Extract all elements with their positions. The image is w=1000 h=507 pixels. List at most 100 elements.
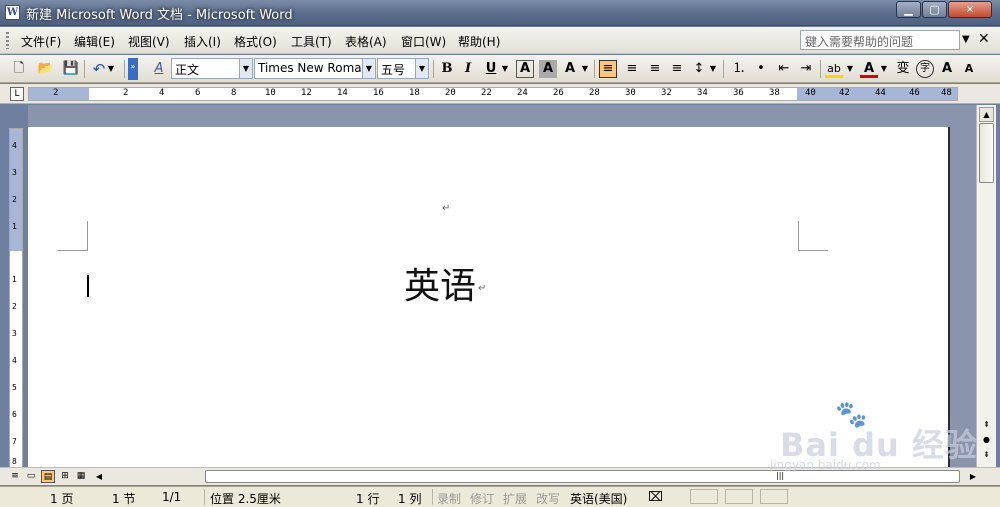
scroll-thumb[interactable] xyxy=(979,123,994,183)
ruler-number: 44 xyxy=(875,88,886,98)
status-extend[interactable]: 扩展 xyxy=(503,490,527,507)
status-track-changes[interactable]: 修订 xyxy=(470,490,494,507)
scroll-right-icon[interactable]: ▶ xyxy=(966,470,980,483)
char-shading-icon[interactable]: A xyxy=(539,60,557,78)
close-document-icon[interactable]: ✕ xyxy=(978,31,990,47)
grow-font-icon[interactable]: A xyxy=(938,60,956,78)
close-window-button[interactable]: ✕ xyxy=(948,1,992,18)
font-color-icon[interactable]: A xyxy=(860,60,878,78)
ruler-number: 40 xyxy=(805,88,816,98)
decrease-indent-icon[interactable]: ⇤ xyxy=(775,60,793,78)
chevron-down-icon[interactable]: ▼ xyxy=(239,59,252,78)
underline-dropdown-icon[interactable]: ▼ xyxy=(500,60,510,78)
ruler-number: 2 xyxy=(12,195,17,204)
web-layout-view-icon[interactable]: ▭ xyxy=(24,470,38,483)
styles-pane-icon[interactable]: A xyxy=(150,60,168,78)
new-document-icon[interactable]: 🗋 xyxy=(10,60,28,78)
bold-icon[interactable]: B xyxy=(438,60,456,78)
chevron-down-icon[interactable]: ▼ xyxy=(415,59,428,78)
style-dropdown[interactable]: 正文 ▼ xyxy=(171,58,253,79)
ruler-number: 16 xyxy=(373,88,384,98)
document-text[interactable]: 英语 xyxy=(404,257,476,309)
text-cursor xyxy=(87,275,89,297)
title-bar: W 新建 Microsoft Word 文档 - Microsoft Word … xyxy=(0,0,1000,26)
toolbar-separator xyxy=(594,60,595,78)
menu-view[interactable]: 视图(V) xyxy=(128,33,170,50)
ruler-number: 4 xyxy=(12,141,17,150)
ruler-number: 46 xyxy=(909,88,920,98)
crop-mark-top-left xyxy=(58,221,88,251)
menu-file[interactable]: 文件(F) xyxy=(21,33,61,50)
menu-format[interactable]: 格式(O) xyxy=(234,33,277,50)
menubar-grip[interactable] xyxy=(6,32,9,49)
shrink-font-icon[interactable]: A xyxy=(960,60,978,78)
char-border-icon[interactable]: A xyxy=(516,60,534,78)
toolbar-separator xyxy=(433,60,434,78)
status-record[interactable]: 录制 xyxy=(437,490,461,507)
menu-table[interactable]: 表格(A) xyxy=(345,33,387,50)
line-spacing-dropdown-icon[interactable]: ▼ xyxy=(708,60,718,78)
align-left-icon[interactable]: ≡ xyxy=(599,60,617,78)
tab-selector-icon[interactable]: L xyxy=(10,87,24,101)
enclose-characters-icon[interactable]: 字 xyxy=(916,60,934,78)
menu-window[interactable]: 窗口(W) xyxy=(401,33,446,50)
highlight-dropdown-icon[interactable]: ▼ xyxy=(845,60,855,78)
vertical-scrollbar[interactable]: ▲ ⇞ ● ⇟ xyxy=(976,105,996,467)
menu-edit[interactable]: 编辑(E) xyxy=(74,33,115,50)
open-folder-icon[interactable]: 📂 xyxy=(37,60,55,78)
line-spacing-icon[interactable]: ↕ xyxy=(690,60,708,78)
status-divider xyxy=(204,489,205,505)
save-icon[interactable]: 💾 xyxy=(62,60,80,78)
status-column: 1 列 xyxy=(398,492,422,506)
align-right-icon[interactable]: ≡ xyxy=(646,60,664,78)
ruler-number: 10 xyxy=(265,88,276,98)
toolbar-options-icon[interactable]: » xyxy=(128,58,138,80)
help-search-input[interactable]: 键入需要帮助的问题 xyxy=(800,30,960,50)
word-app-icon[interactable]: W xyxy=(5,5,20,20)
increase-indent-icon[interactable]: ⇥ xyxy=(797,60,815,78)
horizontal-ruler[interactable]: 2 2 4 6 8 10 12 14 16 18 20 22 24 26 28 … xyxy=(28,87,958,101)
style-value: 正文 xyxy=(175,63,200,77)
italic-icon[interactable]: I xyxy=(459,60,477,78)
scroll-left-icon[interactable]: ◀ xyxy=(92,470,106,483)
maximize-button[interactable]: ▢ xyxy=(922,1,947,18)
scroll-up-icon[interactable]: ▲ xyxy=(979,107,994,122)
align-center-icon[interactable]: ≡ xyxy=(623,60,641,78)
status-line: 1 行 xyxy=(356,492,380,506)
underline-icon[interactable]: U xyxy=(482,60,500,78)
text-effects-icon[interactable]: A xyxy=(561,60,579,78)
minimize-button[interactable]: ▁ xyxy=(896,1,921,18)
help-dropdown-icon[interactable]: ▼ xyxy=(962,34,970,45)
ruler-number: 2 xyxy=(12,302,17,311)
previous-page-icon[interactable]: ⇞ xyxy=(979,418,994,433)
effects-dropdown-icon[interactable]: ▼ xyxy=(580,60,590,78)
menu-help[interactable]: 帮助(H) xyxy=(458,33,500,50)
select-browse-object-icon[interactable]: ● xyxy=(979,433,994,448)
status-bar: 1 页 1 节 1/1 位置 2.5厘米 1 行 1 列 录制 修订 扩展 改写… xyxy=(0,486,1000,507)
font-value: Times New Roman xyxy=(258,61,370,75)
undo-dropdown-icon[interactable]: ▼ xyxy=(106,60,116,78)
reading-layout-view-icon[interactable]: ▦ xyxy=(74,470,88,483)
font-dropdown[interactable]: Times New Roman ▼ xyxy=(254,58,376,79)
justify-icon[interactable]: ≡ xyxy=(668,60,686,78)
baidu-watermark: 🐾 Bai du 经验 jingyan.baidu.com xyxy=(760,400,977,480)
menu-insert[interactable]: 插入(I) xyxy=(184,33,221,50)
outline-view-icon[interactable]: ⊞ xyxy=(58,470,72,483)
chevron-down-icon[interactable]: ▼ xyxy=(362,59,375,78)
highlight-icon[interactable]: ab xyxy=(825,60,843,78)
ruler-row: L 2 2 4 6 8 10 12 14 16 18 20 22 24 26 2… xyxy=(0,84,1000,104)
toolbar-separator xyxy=(84,60,85,78)
status-language[interactable]: 英语(美国) xyxy=(570,490,627,507)
bullets-icon[interactable]: • xyxy=(752,60,770,78)
status-overtype[interactable]: 改写 xyxy=(536,490,560,507)
print-layout-view-icon[interactable]: ▤ xyxy=(41,470,55,483)
next-page-icon[interactable]: ⇟ xyxy=(979,448,994,463)
vertical-ruler[interactable]: 4 3 2 1 1 2 3 4 5 6 7 8 xyxy=(9,128,23,468)
numbering-icon[interactable]: ⒈ xyxy=(730,60,748,78)
font-color-dropdown-icon[interactable]: ▼ xyxy=(879,60,889,78)
font-size-dropdown[interactable]: 五号 ▼ xyxy=(377,58,429,79)
spelling-check-icon[interactable]: ⌧ xyxy=(648,490,663,505)
normal-view-icon[interactable]: ≡ xyxy=(8,470,22,483)
phonetic-guide-icon[interactable]: 变 xyxy=(894,60,912,78)
menu-tools[interactable]: 工具(T) xyxy=(291,33,332,50)
